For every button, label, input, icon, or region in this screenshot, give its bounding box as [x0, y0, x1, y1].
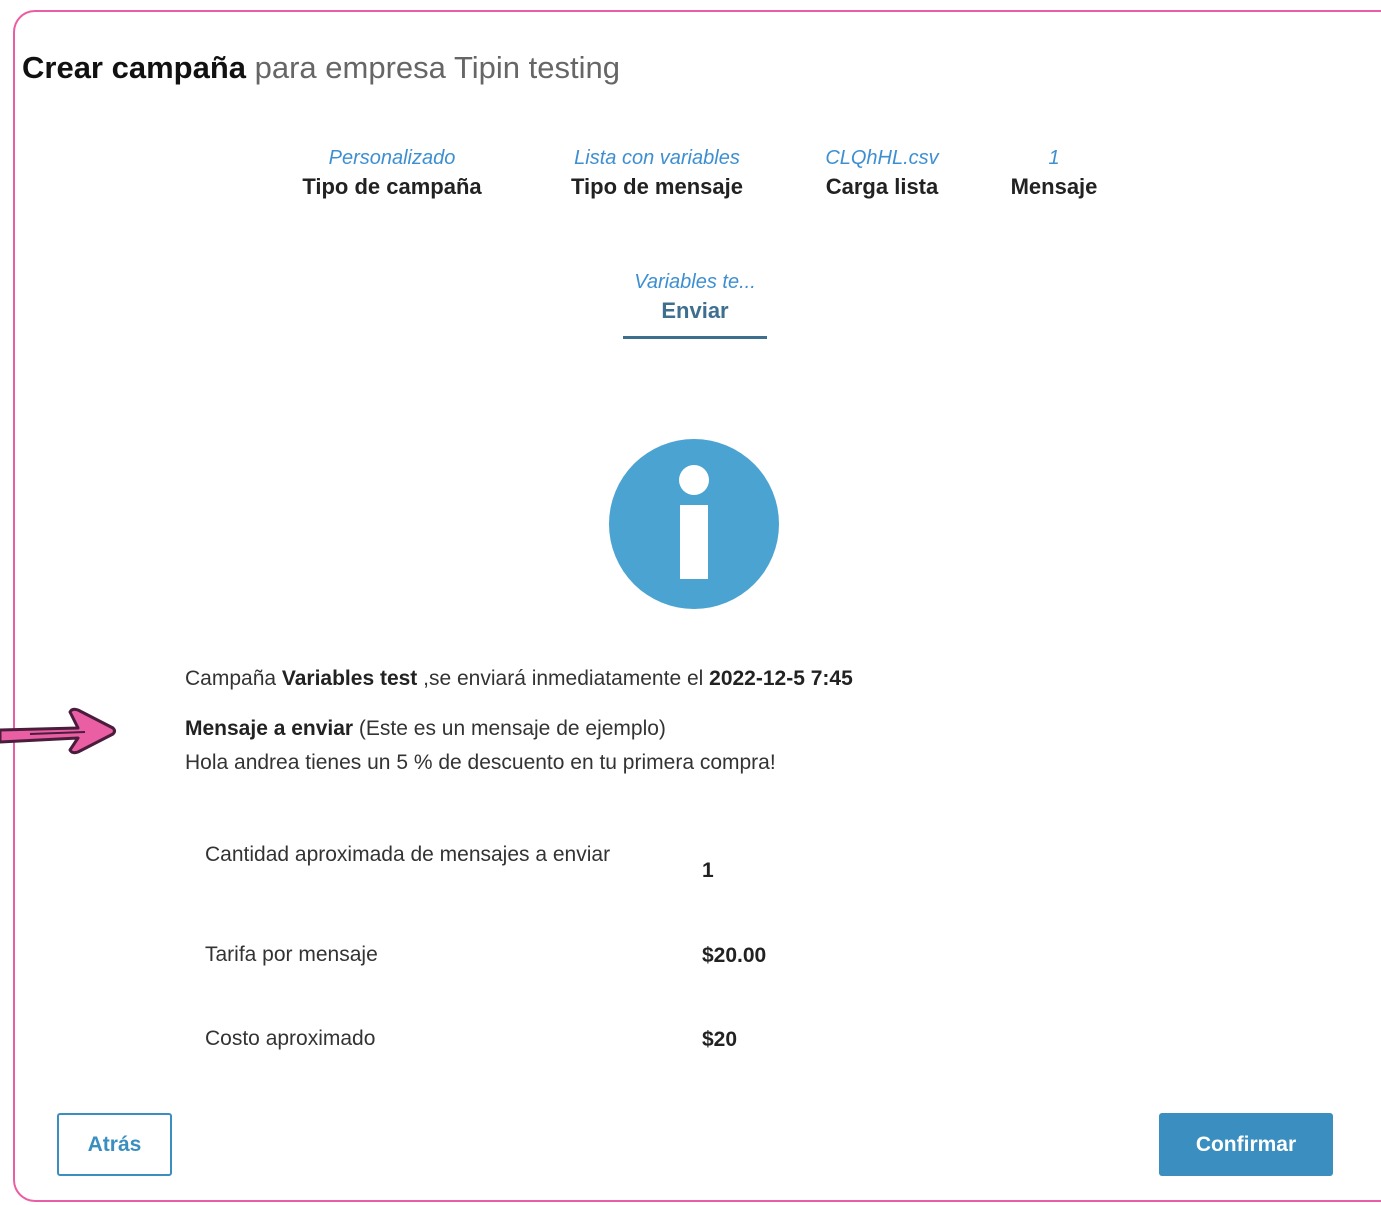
step-carga-lista[interactable]: CLQhHL.csv Carga lista [797, 146, 967, 202]
summary-middle: ,se enviará inmediatamente el [417, 667, 710, 690]
step-tipo-campana[interactable]: Personalizado Tipo de campaña [272, 146, 512, 202]
step-label: Carga lista [825, 174, 939, 199]
send-date: 2022-12-5 7:45 [709, 667, 853, 690]
confirm-button[interactable]: Confirmar [1159, 1113, 1333, 1176]
step-tipo-mensaje[interactable]: Lista con variables Tipo de mensaje [542, 146, 772, 202]
cost-value-tarifa: $20.00 [702, 944, 767, 967]
cost-value-costo: $20 [702, 1028, 738, 1051]
step-value: CLQhHL.csv [825, 147, 939, 169]
pointer-arrow-icon [0, 707, 116, 755]
message-heading-line: Mensaje a enviar (Este es un mensaje de … [185, 713, 853, 745]
step-label: Mensaje [1010, 174, 1098, 199]
step-label: Enviar [661, 298, 729, 323]
step-value: Lista con variables [574, 147, 740, 169]
message-heading: Mensaje a enviar [185, 717, 354, 740]
page-title-company: para empresa Tipin testing [246, 50, 620, 85]
step-mensaje[interactable]: 1 Mensaje [989, 146, 1119, 202]
message-text: Hola andrea tienes un 5 % de descuento e… [185, 751, 776, 774]
cost-label-costo: Costo aproximado [205, 1027, 376, 1050]
active-step-underline [623, 336, 767, 339]
page-title-bold: Crear campaña [22, 50, 247, 85]
step-label: Tipo de campaña [302, 174, 482, 199]
summary-prefix: Campaña [185, 667, 282, 690]
step-value: 1 [1048, 147, 1060, 169]
back-button[interactable]: Atrás [57, 1113, 172, 1176]
campaign-name: Variables test [281, 667, 418, 690]
summary-line: Campaña Variables test ,se enviará inmed… [185, 663, 853, 695]
step-enviar[interactable]: Variables te... Enviar [600, 270, 790, 339]
step-label: Tipo de mensaje [571, 174, 743, 199]
cost-label-cantidad: Cantidad aproximada de mensajes a enviar [205, 843, 611, 866]
message-note: (Este es un mensaje de ejemplo) [353, 717, 666, 740]
cost-label-tarifa: Tarifa por mensaje [205, 943, 378, 966]
info-icon [609, 439, 779, 609]
campaign-summary: Campaña Variables test ,se enviará inmed… [185, 663, 853, 779]
step-value: Personalizado [328, 147, 456, 169]
cost-value-cantidad: 1 [702, 859, 714, 882]
step-value: Variables te... [634, 271, 756, 293]
page-title: Crear campaña para empresa Tipin testing [22, 50, 620, 86]
